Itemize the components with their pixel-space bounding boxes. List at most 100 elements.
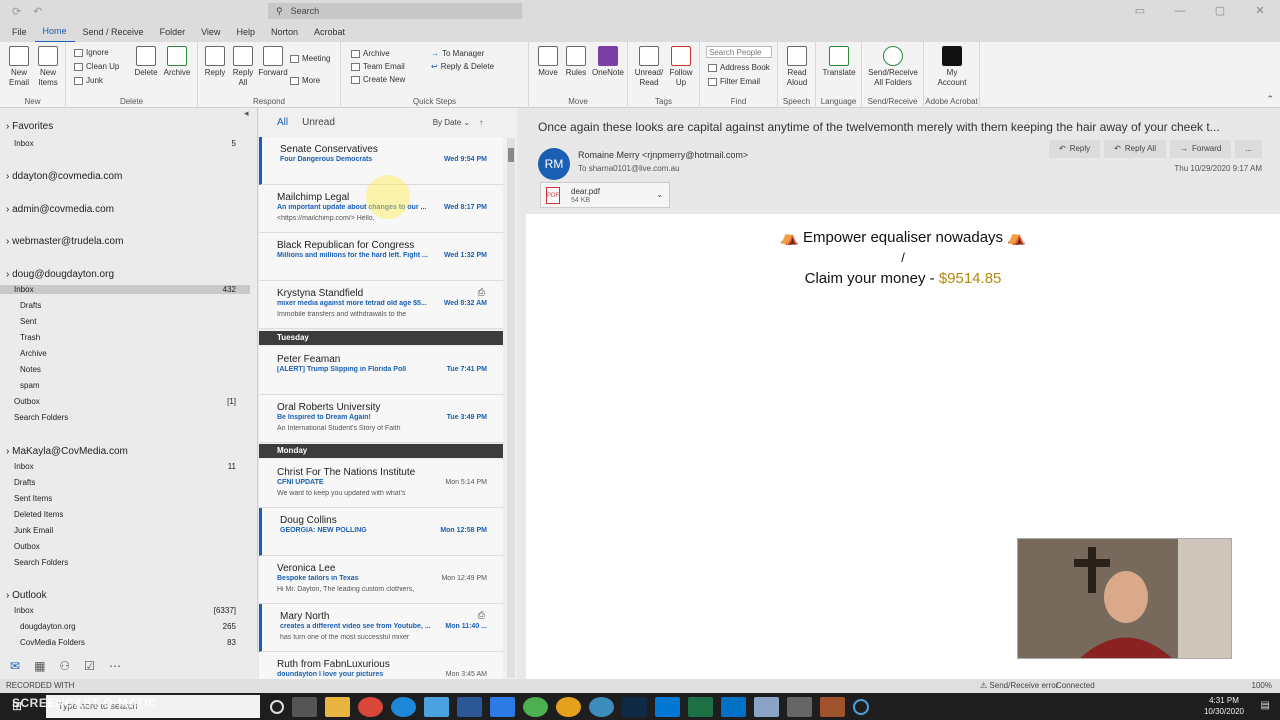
undo-icon[interactable]: ↶ [33, 5, 42, 18]
account-header[interactable]: › MaKayla@CovMedia.com [0, 446, 250, 457]
folder-item[interactable]: Outbox [1] [0, 397, 250, 406]
collapse-ribbon-icon[interactable]: ⌃ [1266, 94, 1274, 105]
ribbon-display-icon[interactable]: ▭ [1120, 0, 1160, 22]
message-item[interactable]: Mary North creates a different video see … [259, 604, 503, 652]
sender[interactable]: Romaine Merry <rjnpmerry@hotmail.com> [578, 150, 748, 160]
junk-button[interactable]: Junk [74, 76, 103, 85]
forward-ribbon-button[interactable]: Forward [258, 46, 288, 78]
quickstep-team-email[interactable]: Team Email [351, 62, 405, 71]
mail-icon[interactable]: ✉ [10, 659, 20, 673]
new-email-button[interactable]: New Email [6, 46, 32, 88]
task-view-icon[interactable] [292, 696, 317, 717]
quickstep-reply-delete[interactable]: ↩ Reply & Delete [431, 62, 494, 71]
tab-norton[interactable]: Norton [263, 22, 306, 42]
send-receive-error[interactable]: ⚠ Send/Receive error [980, 681, 1058, 690]
date-group-header[interactable]: Monday [259, 444, 503, 458]
date-group-header[interactable]: Tuesday [259, 331, 503, 345]
tab-send-receive[interactable]: Send / Receive [75, 22, 152, 42]
outlook-icon[interactable] [721, 696, 746, 717]
folder-item[interactable]: Inbox 11 [0, 462, 250, 471]
message-list-scrollbar[interactable] [507, 138, 515, 678]
mail-app-icon[interactable] [655, 696, 680, 717]
zoom-level[interactable]: 100% [1252, 681, 1272, 690]
close-icon[interactable]: ✕ [1240, 0, 1280, 22]
chrome-profile-icon[interactable] [523, 696, 548, 717]
sync-icon[interactable]: ⟳ [12, 5, 21, 18]
account-header[interactable]: › doug@dougdayton.org [0, 269, 250, 280]
onenote-button[interactable]: OneNote [591, 46, 625, 78]
folder-item[interactable]: dougdayton.org 265 [0, 622, 250, 631]
my-account-button[interactable]: My Account [936, 46, 968, 88]
folder-item[interactable]: spam [0, 381, 250, 390]
tab-folder[interactable]: Folder [152, 22, 194, 42]
collapse-pane-icon[interactable]: ◂ [244, 108, 249, 119]
folder-item[interactable]: Inbox 5 [0, 139, 250, 148]
chrome-alt-icon[interactable] [556, 696, 581, 717]
more-apps-icon[interactable]: ⋯ [109, 659, 121, 673]
cleanup-button[interactable]: Clean Up [74, 62, 119, 71]
chrome-third-icon[interactable] [589, 696, 614, 717]
notification-icon[interactable]: ▤ [1261, 700, 1270, 711]
unread-read-button[interactable]: Unread/ Read [634, 46, 664, 88]
paint-icon[interactable] [754, 696, 779, 717]
tab-acrobat[interactable]: Acrobat [306, 22, 353, 42]
tab-file[interactable]: File [4, 22, 35, 42]
minimize-icon[interactable]: — [1160, 0, 1200, 22]
more-actions-button[interactable]: ... [1235, 140, 1262, 158]
folder-item[interactable]: CovMedia Folders 83 [0, 638, 250, 647]
delete-button[interactable]: Delete [134, 46, 158, 78]
search-people-input[interactable]: Search People [706, 46, 772, 58]
send-receive-all-button[interactable]: Send/Receive All Folders [866, 46, 920, 88]
message-item[interactable]: Black Republican for Congress Millions an… [259, 233, 503, 281]
message-item[interactable]: Oral Roberts University Be Inspired to Dr… [259, 395, 503, 443]
search-box[interactable]: ⚲ Search [268, 3, 522, 19]
more-respond-button[interactable]: More [290, 76, 320, 85]
chrome-icon[interactable] [358, 696, 383, 717]
folder-item[interactable]: Search Folders [0, 558, 250, 567]
folder-item[interactable]: Sent [0, 317, 250, 326]
read-aloud-button[interactable]: Read Aloud [784, 46, 810, 88]
reply-button[interactable]: ↶ Reply [1049, 140, 1101, 158]
translate-button[interactable]: Translate [822, 46, 856, 78]
folder-item[interactable]: Junk Email [0, 526, 250, 535]
people-icon[interactable]: ⚇ [59, 659, 70, 673]
tasks-icon[interactable]: ☑ [84, 659, 95, 673]
ignore-button[interactable]: Ignore [74, 48, 109, 57]
move-button[interactable]: Move [535, 46, 561, 78]
folder-item[interactable]: Archive [0, 349, 250, 358]
folder-item[interactable]: Inbox [6337] [0, 606, 250, 615]
file-explorer-icon[interactable] [325, 696, 350, 717]
account-header[interactable]: › Outlook [0, 590, 250, 601]
folder-item[interactable]: Drafts [0, 478, 250, 487]
game-icon[interactable] [820, 696, 845, 717]
calculator-icon[interactable] [787, 696, 812, 717]
message-item[interactable]: Peter Feaman [ALERT] Trump Slipping in Fl… [259, 347, 503, 395]
quickstep-create-new[interactable]: Create New [351, 75, 405, 84]
reply-ribbon-button[interactable]: Reply [202, 46, 228, 78]
quickstep-archive[interactable]: Archive [351, 49, 390, 58]
todo-icon[interactable] [490, 696, 515, 717]
message-item[interactable]: Doug Collins GEORGIA: NEW POLLING Mon 12:5… [259, 508, 503, 556]
maximize-icon[interactable]: ▢ [1200, 0, 1240, 22]
store-icon[interactable] [424, 696, 449, 717]
chevron-down-icon[interactable]: ⌄ [656, 190, 663, 199]
account-header[interactable]: › admin@covmedia.com [0, 204, 250, 215]
folder-item[interactable]: Deleted Items [0, 510, 250, 519]
filter-all-tab[interactable]: All [277, 117, 288, 128]
folder-item[interactable]: Trash [0, 333, 250, 342]
folder-item[interactable]: Sent Items [0, 494, 250, 503]
meeting-button[interactable]: Meeting [290, 54, 330, 63]
reply-all-ribbon-button[interactable]: Reply All [230, 46, 256, 88]
tab-home[interactable]: Home [34, 21, 75, 43]
folder-item[interactable]: Inbox 432 [0, 285, 250, 294]
folder-item[interactable]: Notes [0, 365, 250, 374]
photoshop-icon[interactable] [622, 696, 647, 717]
folder-item[interactable]: Search Folders [0, 413, 250, 422]
rules-button[interactable]: Rules [563, 46, 589, 78]
sort-by-date[interactable]: By Date ⌄ ↑ [433, 118, 483, 127]
account-header[interactable]: › webmaster@trudela.com [0, 236, 250, 247]
folder-item[interactable]: Drafts [0, 301, 250, 310]
message-item[interactable]: Christ For The Nations Institute CFNI UPD… [259, 460, 503, 508]
reply-all-button[interactable]: ↶ Reply All [1104, 140, 1166, 158]
follow-up-button[interactable]: Follow Up [666, 46, 696, 88]
